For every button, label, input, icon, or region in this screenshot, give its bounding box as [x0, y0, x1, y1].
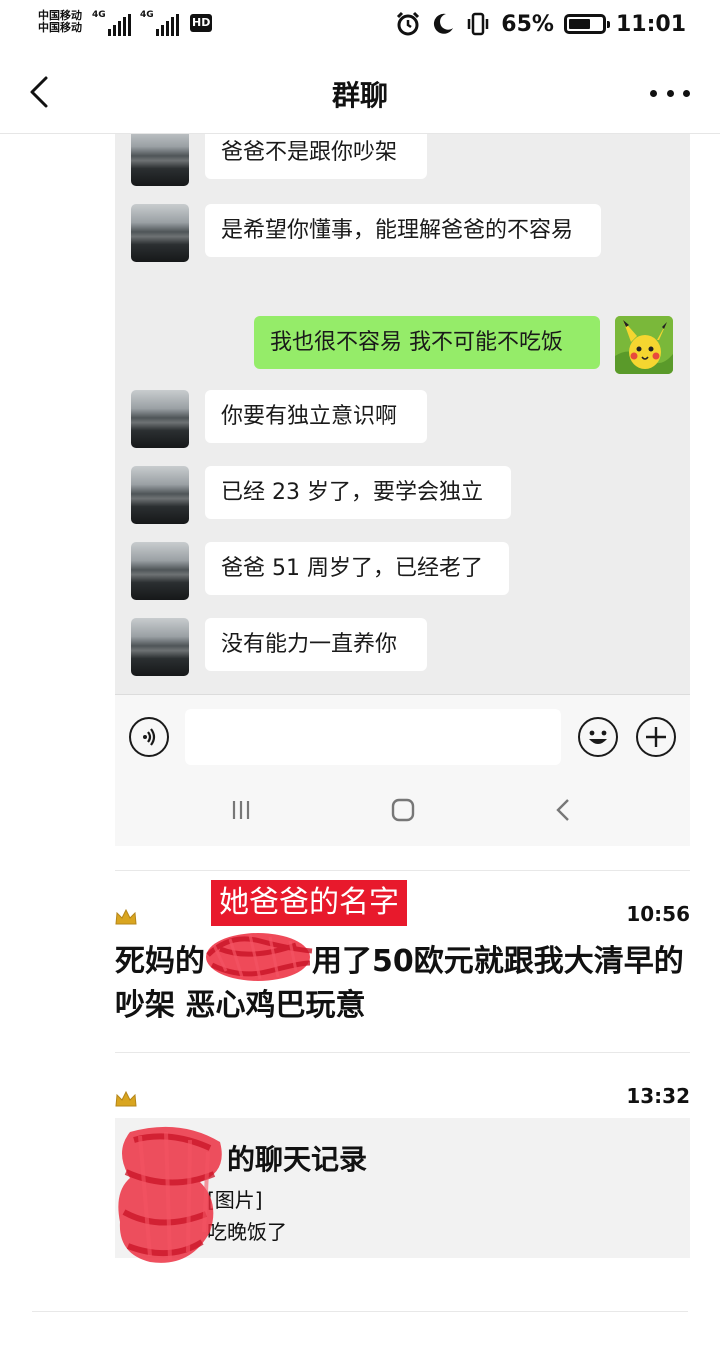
avatar [131, 618, 189, 676]
message-bubble: 是希望你懂事，能理解爸爸的不容易 [205, 204, 601, 257]
avatar [131, 204, 189, 262]
carrier-2: 中国移动 [38, 21, 82, 34]
message-input[interactable] [185, 709, 561, 765]
signal-icon-2 [156, 14, 179, 36]
my-avatar [615, 316, 673, 374]
avatar [131, 466, 189, 524]
my-message-bubble: 我也很不容易 我不可能不吃饭 [254, 316, 600, 369]
status-right: 65% 11:01 [395, 8, 686, 40]
plus-icon[interactable] [636, 717, 676, 757]
battery-icon [563, 14, 610, 34]
avatar [131, 542, 189, 600]
clock: 11:01 [615, 11, 686, 37]
network-type-1: 4G [92, 10, 106, 20]
crown-icon [115, 908, 137, 925]
message-bubble: 爸爸 51 周岁了，已经老了 [205, 542, 509, 595]
hd-badge: HD [190, 14, 213, 32]
moon-icon [434, 13, 454, 34]
signal-icon [108, 14, 131, 36]
message-bubble: 已经 23 岁了，要学会独立 [205, 466, 511, 519]
status-bar: 中国移动 中国移动 4G 4G HD 65% 11:01 [0, 0, 720, 50]
avatar [131, 134, 189, 186]
message-bubble: 你要有独立意识啊 [205, 390, 427, 443]
more-dots-icon[interactable] [650, 78, 690, 108]
chat-input-bar [115, 694, 690, 778]
back-icon[interactable] [552, 797, 576, 823]
recent-apps-icon[interactable] [229, 798, 253, 822]
divider [115, 870, 690, 871]
annotation-label: 她爸爸的名字 [211, 880, 407, 926]
post-text-start: 死妈的 [115, 944, 205, 979]
divider [115, 1052, 690, 1053]
divider [32, 1311, 688, 1312]
crown-icon [115, 1090, 137, 1107]
page-title: 群聊 [331, 79, 388, 112]
timestamp: 10:56 [626, 902, 690, 926]
home-icon[interactable] [390, 797, 416, 823]
voice-icon[interactable] [129, 717, 169, 757]
pikachu-avatar-icon [615, 316, 673, 374]
battery-percent: 65% [501, 11, 554, 37]
red-scribble-redaction [118, 1126, 222, 1263]
red-scribble-redaction [206, 933, 313, 981]
carrier-names: 中国移动 中国移动 [38, 10, 82, 34]
avatar [131, 390, 189, 448]
network-type-2: 4G [140, 10, 154, 20]
alarm-icon [397, 11, 420, 36]
card-title: 的聊天记录 [227, 1143, 368, 1176]
system-nav-bar [115, 778, 690, 846]
message-bubble: 没有能力一直养你 [205, 618, 427, 671]
vibrate-icon [468, 12, 489, 36]
emoji-icon[interactable] [578, 717, 618, 757]
timestamp: 13:32 [626, 1084, 690, 1108]
chat-screenshot: 爸爸不是跟你吵架 是希望你懂事，能理解爸爸的不容易 我也很不容易 我不可能不吃饭… [115, 134, 690, 694]
nav-bar: 群聊 [0, 50, 720, 134]
message-bubble: 爸爸不是跟你吵架 [205, 134, 427, 179]
battery-fill [568, 19, 590, 29]
